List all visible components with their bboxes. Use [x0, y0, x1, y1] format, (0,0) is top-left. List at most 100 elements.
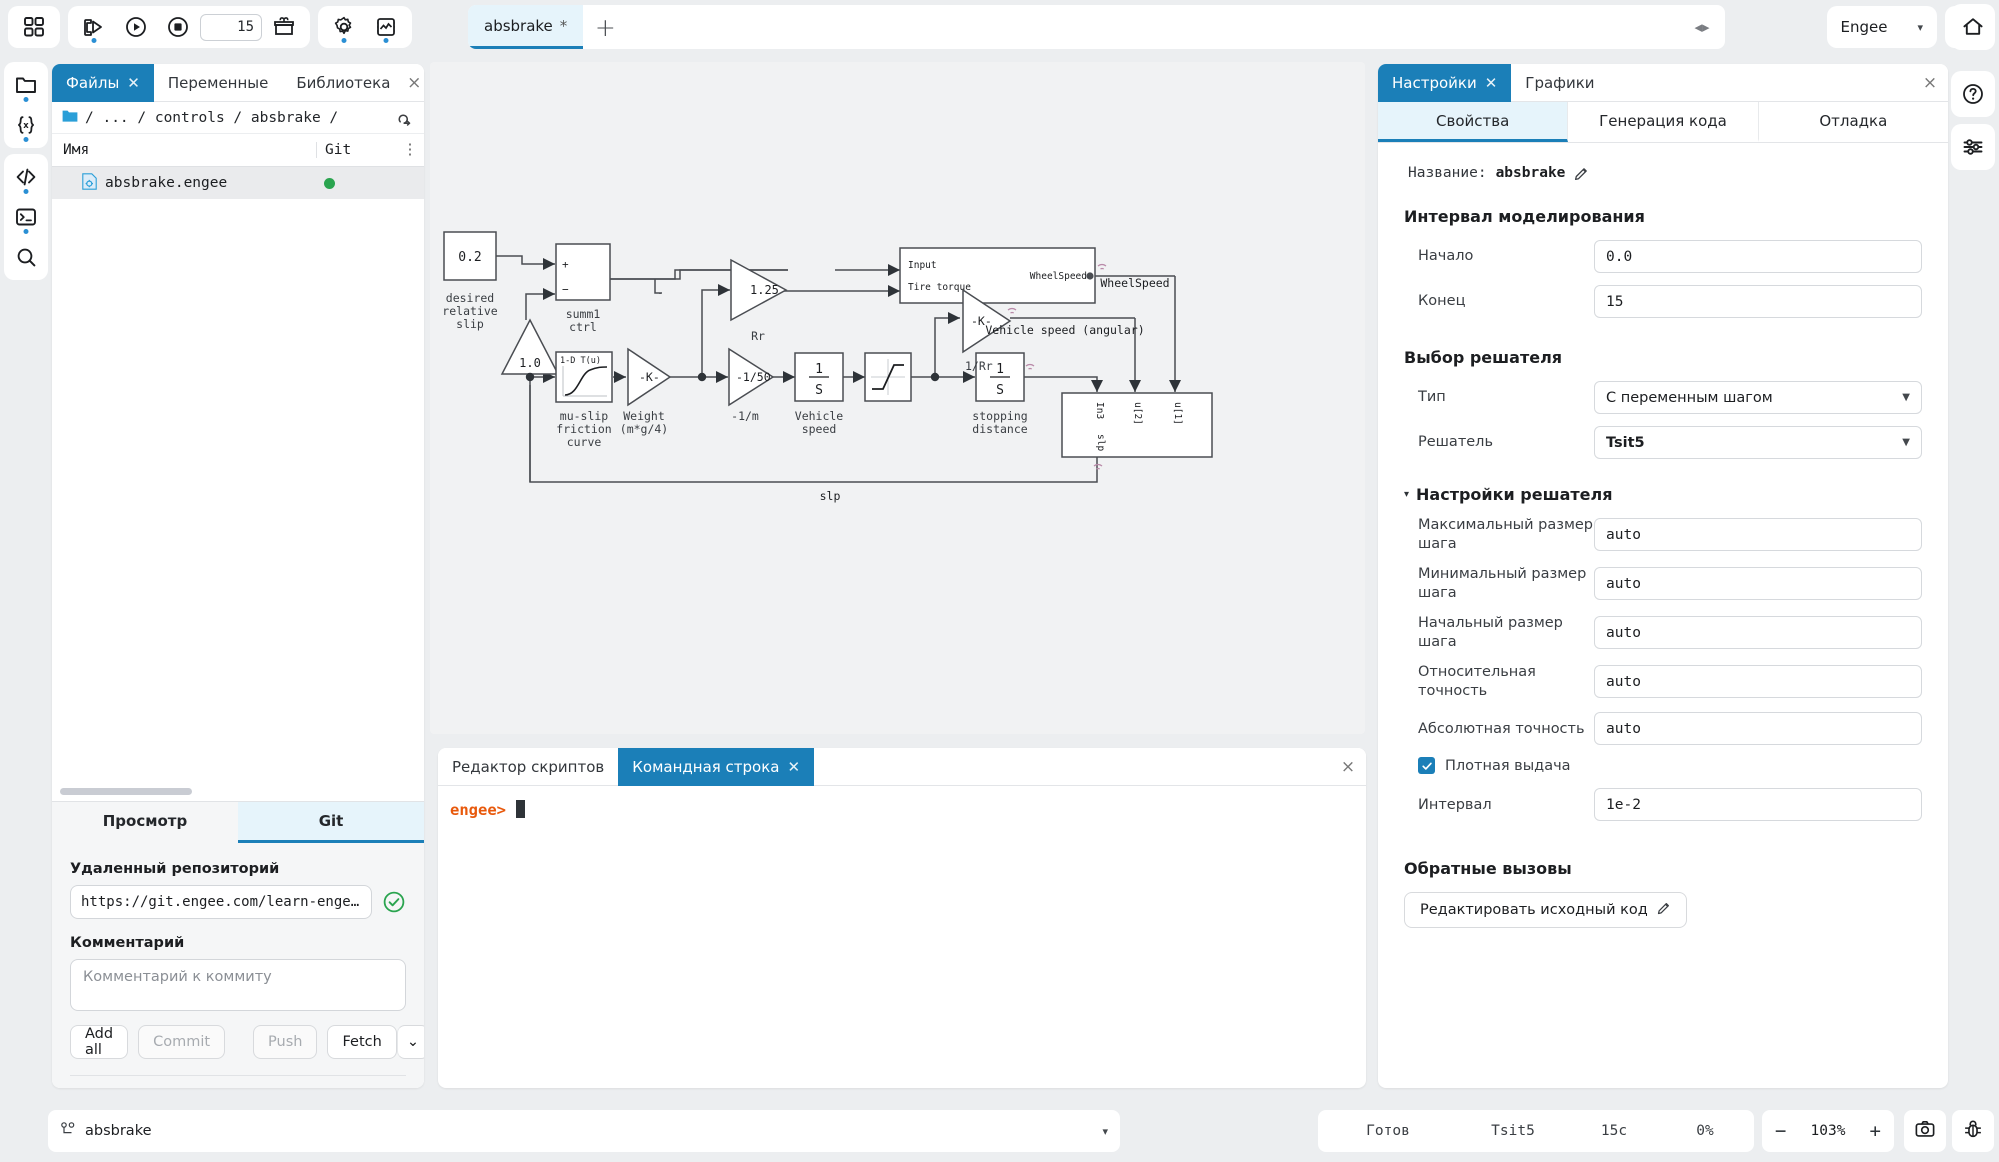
model-canvas[interactable]: 0.2 desired relative slip + − summ1 ctrl… [430, 62, 1365, 734]
initial-step-input[interactable]: auto [1594, 616, 1922, 650]
rel-tolerance-input[interactable]: auto [1594, 665, 1922, 699]
sidebar-item-files[interactable] [6, 65, 46, 105]
section-title-solver-settings: Настройки решателя [1416, 485, 1613, 504]
tab-absbrake[interactable]: absbrake * [468, 5, 584, 49]
field-row-interval: Интервал 1e-2 [1404, 788, 1922, 822]
new-tab-button[interactable]: + [583, 5, 627, 49]
subtab-code-generation[interactable]: Генерация кода [1568, 102, 1759, 142]
start-time-input[interactable]: 0.0 [1594, 240, 1922, 273]
tab-git[interactable]: Git [238, 802, 424, 843]
tab-library[interactable]: Библиотека [282, 64, 404, 102]
svg-text:u[1]: u[1] [1172, 402, 1183, 425]
zoom-in-button[interactable]: + [1870, 1121, 1881, 1141]
add-all-button[interactable]: Add all [70, 1025, 129, 1059]
subtab-properties[interactable]: Свойства [1378, 102, 1569, 142]
commit-button[interactable]: Commit [138, 1025, 226, 1059]
fetch-button[interactable]: Fetch [327, 1025, 397, 1059]
screenshot-button[interactable] [1904, 1110, 1946, 1152]
field-row-start: Начало 0.0 [1404, 240, 1922, 273]
field-label-max-step: Максимальный размер шага [1418, 517, 1594, 552]
solver-select[interactable]: Tsit5 ▼ [1594, 426, 1922, 459]
junction-node [525, 372, 535, 382]
tab-plots[interactable]: Графики [1511, 64, 1608, 102]
max-step-input[interactable]: auto [1594, 518, 1922, 552]
tab-files[interactable]: Файлы ✕ [52, 64, 154, 102]
gear-icon[interactable] [324, 9, 364, 45]
debug-button[interactable] [1952, 1110, 1994, 1152]
interval-input[interactable]: 1e-2 [1594, 788, 1922, 822]
tab-preview[interactable]: Просмотр [52, 802, 238, 843]
scope-icon[interactable] [366, 9, 406, 45]
play-icon[interactable] [116, 9, 156, 45]
simulation-time-input[interactable]: 15 [200, 13, 262, 41]
breadcrumb-path[interactable]: / ... / controls / absbrake / [85, 110, 389, 126]
fetch-dropdown-button[interactable]: ⌄ [396, 1025, 424, 1059]
model-selector[interactable]: absbrake ▾ [48, 1110, 1120, 1152]
svg-text:slip: slip [456, 317, 484, 331]
zoom-out-button[interactable]: − [1775, 1121, 1786, 1141]
push-button[interactable]: Push [253, 1025, 318, 1059]
right-panel-close-icon[interactable]: × [1912, 64, 1948, 101]
block-weight-gain: -K- Weight (m*g/4) [620, 347, 672, 436]
sidebar-item-search[interactable] [6, 237, 46, 277]
tab-script-editor[interactable]: Редактор скриптов [438, 748, 618, 786]
edit-source-code-label: Редактировать исходный код [1420, 902, 1648, 919]
field-row-dense-output: Плотная выдача [1404, 757, 1922, 775]
help-circle-icon[interactable] [1953, 74, 1993, 114]
svg-text:Weight: Weight [623, 409, 665, 423]
min-step-input[interactable]: auto [1594, 567, 1922, 601]
remote-repo-input[interactable]: https://git.engee.com/learn-enge… [70, 885, 372, 919]
subtab-debug[interactable]: Отладка [1759, 102, 1948, 142]
field-row-min-step: Минимальный размер шага auto [1404, 565, 1922, 602]
horizontal-scrollbar[interactable] [60, 788, 192, 795]
package-icon[interactable] [264, 9, 304, 45]
abs-tolerance-input[interactable]: auto [1594, 712, 1922, 746]
tab-nav-arrows-icon[interactable]: ◂▸ [1679, 5, 1725, 49]
svg-text:speed: speed [802, 422, 837, 436]
account-menu[interactable]: Engee ▾ [1826, 6, 1937, 48]
section-toggle-solver-settings[interactable]: ▾ Настройки решателя [1404, 485, 1922, 504]
console-output[interactable]: engee> [438, 786, 1366, 1088]
tab-variables[interactable]: Переменные [154, 64, 283, 102]
text-caret [516, 800, 525, 818]
svg-text:relative: relative [442, 304, 497, 318]
close-icon[interactable]: ✕ [788, 758, 801, 776]
tab-script-editor-label: Редактор скриптов [452, 758, 605, 776]
status-dot [23, 97, 29, 102]
home-icon[interactable] [1953, 7, 1993, 47]
sidebar-item-code[interactable] [6, 157, 46, 197]
sliders-icon[interactable] [1953, 127, 1993, 167]
list-item[interactable]: absbrake.engee [52, 167, 424, 199]
tab-command-line[interactable]: Командная строка ✕ [618, 748, 815, 786]
tab-files-label: Файлы [66, 74, 120, 92]
rail-card-files: x [4, 62, 48, 148]
sidebar-item-variables[interactable]: x [6, 105, 46, 145]
solver-type-select[interactable]: С переменным шагом ▼ [1594, 381, 1922, 414]
run-export-icon[interactable] [74, 9, 114, 45]
edit-source-code-button[interactable]: Редактировать исходный код [1404, 892, 1687, 929]
stop-icon[interactable] [158, 9, 198, 45]
sidebar-item-terminal[interactable] [6, 197, 46, 237]
dense-output-checkbox[interactable] [1418, 757, 1435, 775]
close-icon[interactable]: ✕ [127, 74, 140, 92]
close-all-icon[interactable]: × [404, 64, 424, 101]
commit-comment-label: Комментарий [70, 935, 185, 951]
close-icon[interactable]: ✕ [1485, 74, 1498, 92]
tab-command-line-label: Командная строка [632, 758, 780, 776]
field-row-solver-type: Тип С переменным шагом ▼ [1404, 381, 1922, 414]
tab-library-label: Библиотека [296, 74, 391, 92]
commit-comment-input[interactable]: Комментарий к коммиту [70, 959, 406, 1011]
field-row-initial-step: Начальный размер шага auto [1404, 614, 1922, 651]
kebab-menu-icon[interactable]: ⋮ [396, 142, 424, 158]
remote-repo-row: https://git.engee.com/learn-enge… [70, 885, 406, 919]
end-time-input[interactable]: 15 [1594, 285, 1922, 318]
refresh-cloud-icon[interactable] [396, 110, 414, 126]
tab-settings[interactable]: Настройки ✕ [1378, 64, 1512, 102]
grid-apps-icon[interactable] [14, 9, 54, 45]
folder-icon [62, 109, 78, 127]
prefs-rail-card [1951, 124, 1995, 170]
console-close-icon[interactable]: × [1330, 748, 1366, 785]
status-time: 15с [1600, 1123, 1628, 1139]
svg-text:distance: distance [972, 422, 1027, 436]
pencil-icon[interactable] [1574, 166, 1589, 181]
